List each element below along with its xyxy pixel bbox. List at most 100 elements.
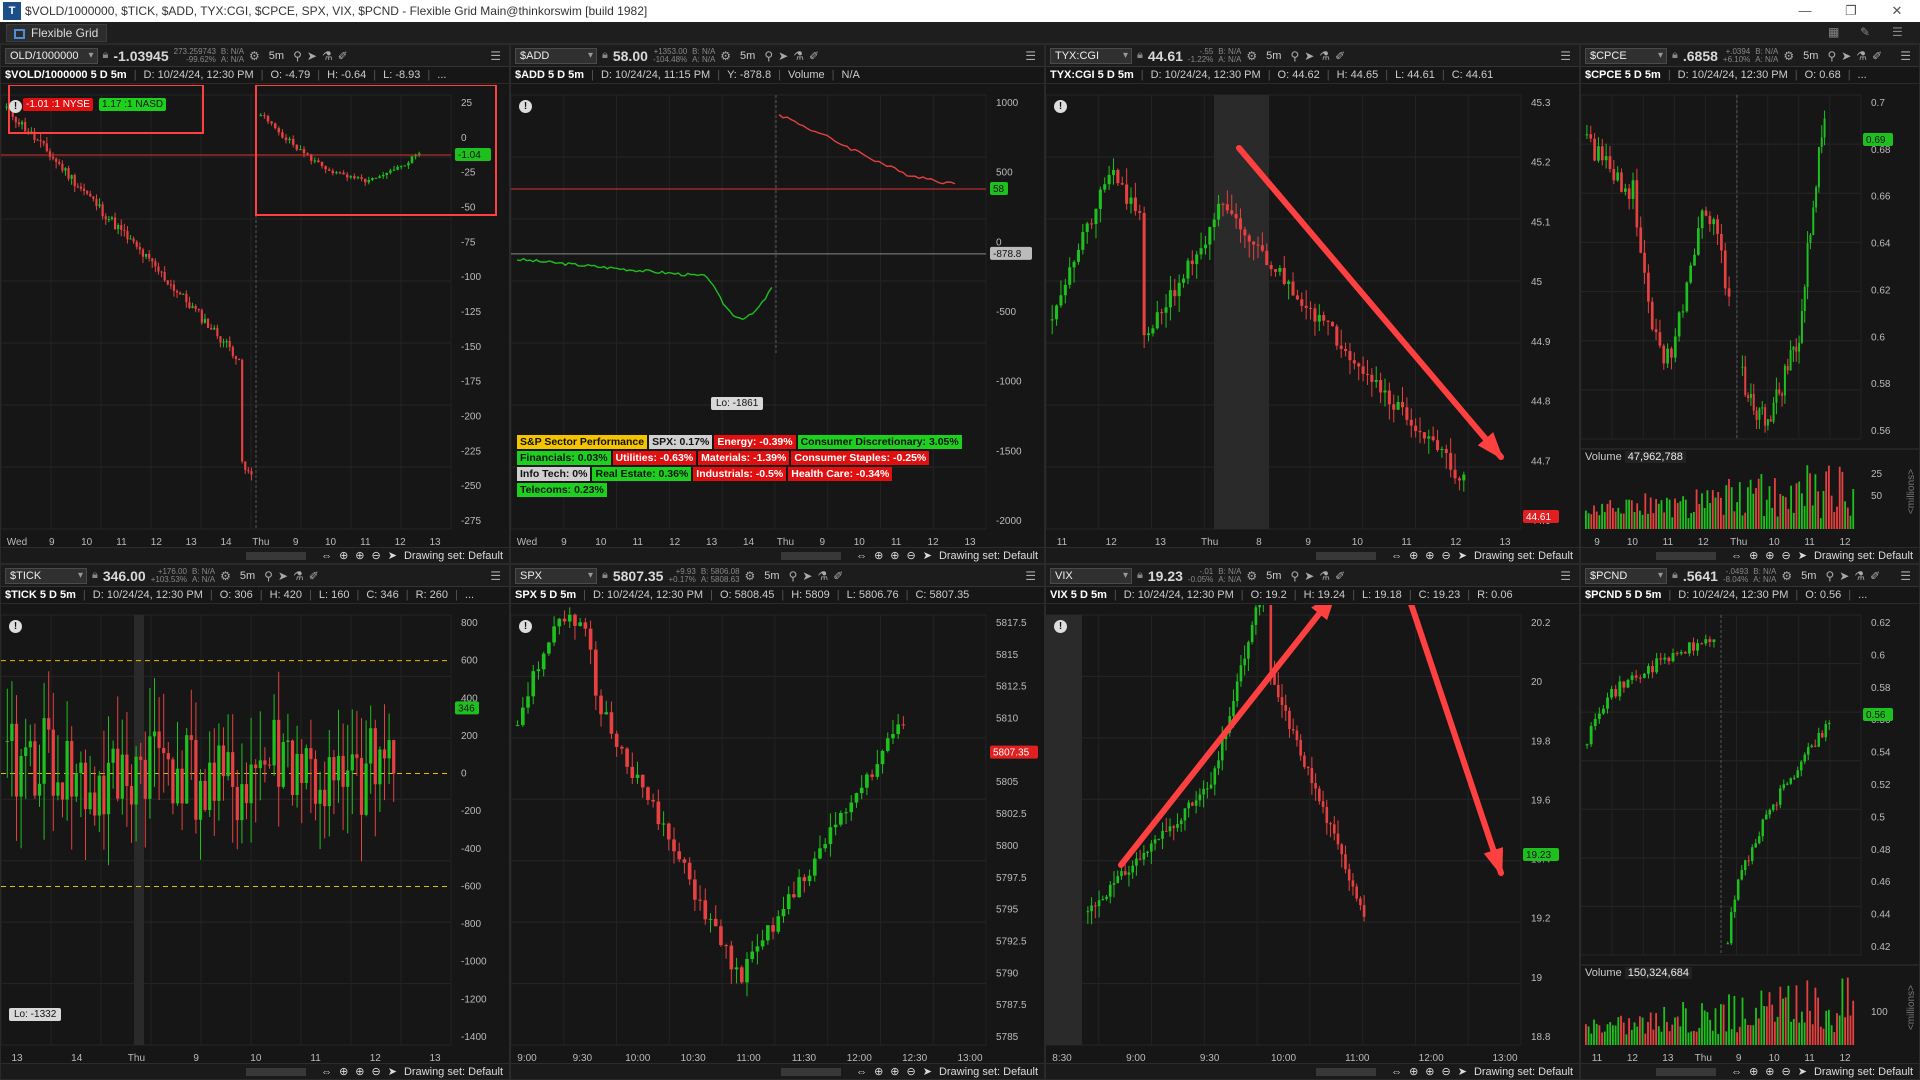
drawings-icon[interactable]: ✐ (1335, 49, 1345, 63)
aggregation-selector[interactable]: 5m (1799, 50, 1822, 62)
style-icon[interactable]: ⚲ (789, 569, 798, 583)
chart-panel-spx[interactable]: SPX 🔒︎ 5807.35 +9.93+0.17% B: 5806.08A: … (510, 564, 1045, 1080)
pan-icon[interactable]: ⇔ (321, 550, 332, 562)
gear-icon[interactable]: ⚙ (220, 569, 231, 583)
zoom-fit-icon[interactable]: ⊕ (874, 549, 883, 562)
style-icon[interactable]: ⚲ (1827, 49, 1836, 63)
menu-icon[interactable]: ☰ (490, 569, 501, 583)
gear-icon[interactable]: ⚙ (1783, 49, 1794, 63)
alert-icon[interactable]: ! (519, 620, 532, 633)
menu-icon[interactable]: ☰ (1560, 569, 1571, 583)
zoom-in-icon[interactable]: ⊕ (890, 549, 899, 562)
style-icon[interactable]: ⚲ (1290, 49, 1299, 63)
symbol-selector[interactable]: VIX (1050, 567, 1132, 584)
cursor-icon[interactable]: ➤ (1304, 569, 1314, 583)
menu-icon[interactable]: ☰ (1900, 49, 1911, 63)
drawings-icon[interactable]: ✐ (1335, 569, 1345, 583)
price-chart[interactable]: 8006004002000-200-400-600-800-1000-1200-… (1, 605, 510, 1065)
horizontal-scrollbar[interactable] (1316, 551, 1377, 560)
drawing-set-label[interactable]: Drawing set: Default (1474, 550, 1573, 562)
lock-icon[interactable]: 🔒︎ (1137, 49, 1143, 62)
studies-icon[interactable]: ⚗ (322, 49, 333, 63)
zoom-out-icon[interactable]: ⊖ (1782, 1065, 1791, 1078)
symbol-selector[interactable]: SPX (515, 567, 597, 584)
studies-icon[interactable]: ⚗ (817, 569, 828, 583)
horizontal-scrollbar[interactable] (1656, 551, 1717, 560)
cursor-icon[interactable]: ➤ (802, 569, 812, 583)
pan-icon[interactable]: ⇔ (856, 550, 867, 562)
price-chart[interactable]: 0.70.680.660.640.620.60.580.569 10 11 12 Thu… (1581, 85, 1920, 549)
zoom-in-icon[interactable]: ⊕ (355, 549, 364, 562)
chart-panel-tick[interactable]: $TICK 🔒︎ 346.00 +176.00+103.53% B: N/AA:… (0, 564, 510, 1080)
aggregation-selector[interactable]: 5m (1262, 50, 1285, 62)
chart-panel-cpce[interactable]: $CPCE 🔒︎ .6858 +.0394+6.10% B: N/AA: N/A… (1580, 44, 1920, 564)
zoom-out-icon[interactable]: ⊖ (372, 549, 381, 562)
symbol-selector[interactable]: $PCND (1585, 567, 1667, 584)
style-icon[interactable]: ⚲ (764, 49, 773, 63)
zoom-fit-icon[interactable]: ⊕ (1409, 549, 1418, 562)
drawing-set-label[interactable]: Drawing set: Default (1814, 550, 1913, 562)
gear-icon[interactable]: ⚙ (745, 569, 756, 583)
zoom-fit-icon[interactable]: ⊕ (1749, 1065, 1758, 1078)
drawing-set-label[interactable]: Drawing set: Default (404, 550, 503, 562)
aggregation-selector[interactable]: 5m (265, 50, 288, 62)
menu-icon[interactable]: ☰ (1892, 25, 1903, 39)
horizontal-scrollbar[interactable] (1656, 1067, 1717, 1076)
cursor-icon[interactable]: ➤ (388, 549, 397, 562)
cursor-icon[interactable]: ➤ (923, 1065, 932, 1078)
gear-icon[interactable]: ⚙ (249, 49, 260, 63)
lock-icon[interactable]: 🔒︎ (602, 569, 608, 582)
style-icon[interactable]: ⚲ (1290, 569, 1299, 583)
cursor-icon[interactable]: ➤ (1841, 49, 1851, 63)
gear-icon[interactable]: ⚙ (1781, 569, 1792, 583)
alert-icon[interactable]: ! (9, 100, 22, 113)
drawings-icon[interactable]: ✐ (1870, 569, 1880, 583)
cursor-icon[interactable]: ➤ (1304, 49, 1314, 63)
gear-icon[interactable]: ⚙ (720, 49, 731, 63)
zoom-out-icon[interactable]: ⊖ (1442, 549, 1451, 562)
pan-icon[interactable]: ⇔ (1391, 550, 1402, 562)
symbol-selector[interactable]: TYX:CGI (1050, 47, 1132, 64)
zoom-in-icon[interactable]: ⊕ (890, 1065, 899, 1078)
gear-icon[interactable]: ⚙ (1246, 569, 1257, 583)
drawing-set-label[interactable]: Drawing set: Default (404, 1066, 503, 1078)
cursor-icon[interactable]: ➤ (1798, 1065, 1807, 1078)
studies-icon[interactable]: ⚗ (1319, 49, 1330, 63)
cursor-icon[interactable]: ➤ (1458, 549, 1467, 562)
symbol-selector[interactable]: $TICK (5, 567, 87, 584)
lock-icon[interactable]: 🔒︎ (103, 49, 109, 62)
cursor-icon[interactable]: ➤ (1798, 549, 1807, 562)
pan-icon[interactable]: ⇔ (1391, 1066, 1402, 1078)
horizontal-scrollbar[interactable] (781, 1067, 842, 1076)
pan-icon[interactable]: ⇔ (321, 1066, 332, 1078)
alert-icon[interactable]: ! (519, 100, 532, 113)
alert-icon[interactable]: ! (1054, 620, 1067, 633)
price-chart[interactable]: 45.345.245.14544.944.844.744.6111213Thu8… (1046, 85, 1580, 549)
cursor-icon[interactable]: ➤ (1839, 569, 1849, 583)
price-chart[interactable]: 20.22019.819.619.419.21918.88:309:009:30… (1046, 605, 1580, 1065)
pan-icon[interactable]: ⇔ (1731, 550, 1742, 562)
horizontal-scrollbar[interactable] (246, 551, 307, 560)
zoom-in-icon[interactable]: ⊕ (355, 1065, 364, 1078)
studies-icon[interactable]: ⚗ (1856, 49, 1867, 63)
lock-icon[interactable]: 🔒︎ (1137, 569, 1143, 582)
chart-panel-tyx[interactable]: TYX:CGI 🔒︎ 44.61 -.55-1.22% B: N/AA: N/A… (1045, 44, 1580, 564)
maximize-button[interactable]: ❐ (1828, 3, 1874, 19)
layout-icon[interactable]: ▦ (1828, 25, 1839, 39)
menu-icon[interactable]: ☰ (490, 49, 501, 63)
drawings-icon[interactable]: ✐ (833, 569, 843, 583)
price-chart[interactable]: 0.62 0.6 0.58 0.56 0.54 0.52 0.5 0.48 0.46 0.44 0.… (1581, 605, 1920, 1065)
style-icon[interactable]: ⚲ (293, 49, 302, 63)
aggregation-selector[interactable]: 5m (760, 570, 783, 582)
minimize-button[interactable]: — (1782, 3, 1828, 19)
menu-icon[interactable]: ☰ (1025, 569, 1036, 583)
zoom-out-icon[interactable]: ⊖ (907, 1065, 916, 1078)
drawings-icon[interactable]: ✐ (309, 569, 319, 583)
drawings-icon[interactable]: ✐ (809, 49, 819, 63)
pan-icon[interactable]: ⇔ (856, 1066, 867, 1078)
price-chart[interactable]: 25 0 -25 -50 -75 -100 -125 -150 -175 -200 -225 -250… (1, 85, 510, 549)
symbol-selector[interactable]: $CPCE (1585, 47, 1667, 64)
lock-icon[interactable]: 🔒︎ (602, 49, 608, 62)
zoom-out-icon[interactable]: ⊖ (372, 1065, 381, 1078)
lock-icon[interactable]: 🔒︎ (1672, 49, 1678, 62)
